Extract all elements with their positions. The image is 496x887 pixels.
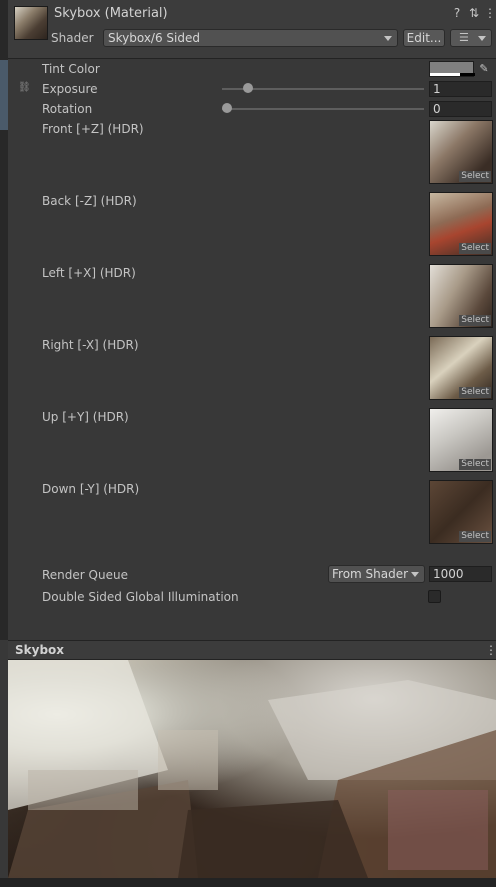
exposure-label: Exposure <box>42 82 98 96</box>
right-texture-slot[interactable]: Select <box>429 336 493 400</box>
alpha-bar-dark <box>460 73 475 76</box>
chevron-down-icon <box>384 36 392 41</box>
status-footer <box>0 878 496 887</box>
exposure-slider-handle[interactable] <box>243 83 254 93</box>
tint-color-swatch[interactable] <box>429 61 475 77</box>
front-texture-label: Front [+Z] (HDR) <box>42 122 144 136</box>
preview-header <box>8 640 496 660</box>
preset-icon[interactable]: ⇅ <box>467 6 481 20</box>
shader-dropdown[interactable]: Skybox/6 Sided <box>103 29 398 47</box>
rotation-field[interactable]: 0 <box>429 101 492 117</box>
render-queue-label: Render Queue <box>42 568 128 582</box>
select-button[interactable]: Select <box>459 387 491 398</box>
shader-label: Shader <box>51 31 94 45</box>
tint-color-label: Tint Color <box>42 62 100 76</box>
double-sided-gi-label: Double Sided Global Illumination <box>42 590 239 604</box>
select-button[interactable]: Select <box>459 531 491 542</box>
eyedropper-icon[interactable]: ✎ <box>476 61 492 77</box>
front-texture-slot[interactable]: Select <box>429 120 493 184</box>
render-queue-field[interactable]: 1000 <box>429 566 492 582</box>
select-button[interactable]: Select <box>459 459 491 470</box>
up-texture-label: Up [+Y] (HDR) <box>42 410 129 424</box>
shader-options-button[interactable]: ☰ <box>450 29 492 47</box>
preview-scene-art <box>8 660 496 878</box>
list-icon: ☰ <box>459 31 469 44</box>
left-panel-strip <box>0 0 8 640</box>
material-preview-icon <box>14 6 48 40</box>
select-button[interactable]: Select <box>459 315 491 326</box>
chevron-down-icon <box>411 572 419 577</box>
left-texture-label: Left [+X] (HDR) <box>42 266 136 280</box>
select-button[interactable]: Select <box>459 171 491 182</box>
rotation-slider-handle[interactable] <box>222 103 232 113</box>
up-texture-slot[interactable]: Select <box>429 408 493 472</box>
rotation-label: Rotation <box>42 102 93 116</box>
exposure-field[interactable]: 1 <box>429 81 492 97</box>
material-title: Skybox (Material) <box>54 6 168 21</box>
back-texture-label: Back [-Z] (HDR) <box>42 194 137 208</box>
back-texture-slot[interactable]: Select <box>429 192 493 256</box>
preview-title: Skybox <box>15 643 65 657</box>
scene-thumbnail <box>0 60 8 130</box>
left-texture-slot[interactable]: Select <box>429 264 493 328</box>
kebab-menu-icon[interactable]: ⋮ <box>483 6 496 20</box>
down-texture-label: Down [-Y] (HDR) <box>42 482 140 496</box>
render-queue-mode: From Shader <box>332 567 409 581</box>
preview-menu-icon[interactable]: ⋮ <box>485 643 496 657</box>
rotation-slider[interactable] <box>222 108 424 110</box>
down-texture-slot[interactable]: Select <box>429 480 493 544</box>
shader-dropdown-value: Skybox/6 Sided <box>108 31 200 45</box>
help-icon[interactable]: ? <box>450 6 464 20</box>
link-icon: ⛓ <box>18 82 31 93</box>
double-sided-gi-checkbox[interactable] <box>428 590 441 603</box>
chevron-down-icon <box>478 36 486 41</box>
right-texture-label: Right [-X] (HDR) <box>42 338 139 352</box>
render-queue-dropdown[interactable]: From Shader <box>328 565 425 583</box>
skybox-preview[interactable] <box>8 660 496 878</box>
select-button[interactable]: Select <box>459 243 491 254</box>
edit-shader-button[interactable]: Edit... <box>403 29 445 47</box>
